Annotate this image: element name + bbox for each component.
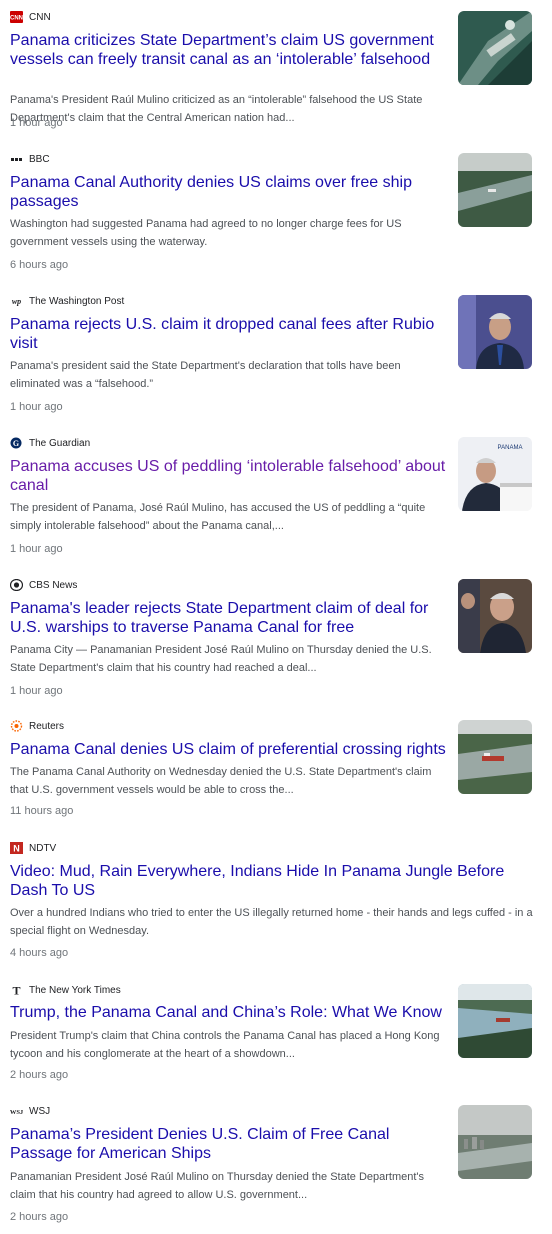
thumbnail-image[interactable] bbox=[458, 720, 532, 794]
source-row: WSJ WSJ bbox=[10, 1104, 50, 1118]
svg-text:WSJ: WSJ bbox=[10, 1109, 23, 1116]
timestamp: 1 hour ago bbox=[10, 401, 63, 413]
snippet: President Trump's claim that China contr… bbox=[10, 1030, 440, 1060]
snippet: The Panama Canal Authority on Wednesday … bbox=[10, 766, 432, 796]
president-briefing-image bbox=[458, 579, 532, 653]
source-row: Reuters bbox=[10, 719, 64, 733]
headline-link[interactable]: Panama criticizes State Department’s cla… bbox=[10, 31, 450, 69]
thumbnail-image[interactable] bbox=[458, 579, 532, 653]
snippet: Over a hundred Indians who tried to ente… bbox=[10, 907, 533, 937]
reuters-logo-icon bbox=[10, 720, 23, 732]
svg-text:T: T bbox=[12, 984, 20, 996]
headline-link[interactable]: Video: Mud, Rain Everywhere, Indians Hid… bbox=[10, 862, 540, 900]
headline-link[interactable]: Panama rejects U.S. claim it dropped can… bbox=[10, 315, 450, 353]
source-name: The Guardian bbox=[29, 437, 91, 449]
city-port-image bbox=[458, 1105, 532, 1179]
source-row: wp The Washington Post bbox=[10, 294, 124, 308]
source-row: G The Guardian bbox=[10, 436, 90, 450]
thumbnail-image[interactable] bbox=[458, 11, 532, 85]
snippet: Panama's President Raúl Mulino criticize… bbox=[10, 94, 423, 124]
president-podium-image: PANAMA bbox=[458, 437, 532, 511]
timestamp: 4 hours ago bbox=[10, 947, 69, 959]
cnn-logo-icon: CNN bbox=[10, 11, 23, 23]
snippet: Panama City — Panamanian President José … bbox=[10, 644, 432, 674]
timestamp: 2 hours ago bbox=[10, 1211, 69, 1223]
headline-link[interactable]: Panama’s President Denies U.S. Claim of … bbox=[10, 1125, 450, 1163]
timestamp: 11 hours ago bbox=[10, 805, 74, 817]
wapo-logo-icon: wp bbox=[10, 295, 23, 307]
snippet: The president of Panama, José Raúl Mulin… bbox=[10, 502, 426, 532]
canal-ships-image bbox=[458, 984, 532, 1058]
wsj-logo-icon: WSJ bbox=[10, 1105, 23, 1117]
source-row: CNN CNN bbox=[10, 10, 51, 24]
ship-in-canal-image bbox=[458, 720, 532, 794]
snippet: Washington had suggested Panama had agre… bbox=[10, 218, 402, 248]
thumbnail-image[interactable] bbox=[458, 153, 532, 227]
svg-text:CNN: CNN bbox=[10, 16, 23, 22]
snippet: Panamanian President José Raúl Mulino on… bbox=[10, 1171, 425, 1201]
svg-text:N: N bbox=[13, 844, 20, 854]
source-name: NDTV bbox=[29, 842, 57, 854]
headline-link[interactable]: Panama accuses US of peddling ‘intolerab… bbox=[10, 457, 450, 495]
source-name: WSJ bbox=[29, 1105, 51, 1117]
source-name: The Washington Post bbox=[29, 295, 125, 307]
guardian-logo-icon: G bbox=[10, 437, 23, 449]
image-caption: PANAMA bbox=[498, 445, 523, 451]
svg-text:wp: wp bbox=[12, 297, 21, 306]
thumbnail-image[interactable] bbox=[458, 984, 532, 1058]
source-row: N NDTV bbox=[10, 841, 56, 855]
source-name: CBS News bbox=[29, 579, 78, 591]
thumbnail-image[interactable] bbox=[458, 295, 532, 369]
canal-locks-image bbox=[458, 11, 532, 85]
timestamp: 2 hours ago bbox=[10, 1069, 69, 1081]
headline-link[interactable]: Trump, the Panama Canal and China’s Role… bbox=[10, 1003, 450, 1022]
thumbnail-image[interactable] bbox=[458, 1105, 532, 1179]
snippet: Panama's president said the State Depart… bbox=[10, 360, 401, 390]
timestamp: 1 hour ago bbox=[10, 117, 63, 129]
timestamp: 1 hour ago bbox=[10, 685, 63, 697]
headline-link[interactable]: Panama Canal denies US claim of preferen… bbox=[10, 740, 450, 759]
bbc-logo-icon bbox=[10, 153, 23, 165]
nyt-logo-icon: T bbox=[10, 984, 23, 996]
canal-river-image bbox=[458, 153, 532, 227]
cbs-logo-icon bbox=[10, 579, 23, 591]
thumbnail-image[interactable]: PANAMA bbox=[458, 437, 532, 511]
source-name: Reuters bbox=[29, 720, 65, 732]
timestamp: 1 hour ago bbox=[10, 543, 63, 555]
source-name: CNN bbox=[29, 11, 51, 23]
headline-link[interactable]: Panama Canal Authority denies US claims … bbox=[10, 173, 450, 211]
president-portrait-image bbox=[458, 295, 532, 369]
timestamp: 6 hours ago bbox=[10, 259, 69, 271]
source-name: BBC bbox=[29, 153, 50, 165]
ndtv-logo-icon: N bbox=[10, 842, 23, 854]
source-row: T The New York Times bbox=[10, 983, 121, 997]
headline-link[interactable]: Panama's leader rejects State Department… bbox=[10, 599, 450, 637]
source-row: CBS News bbox=[10, 578, 77, 592]
source-name: The New York Times bbox=[29, 984, 121, 996]
source-row: BBC bbox=[10, 152, 50, 166]
svg-text:G: G bbox=[13, 439, 19, 448]
